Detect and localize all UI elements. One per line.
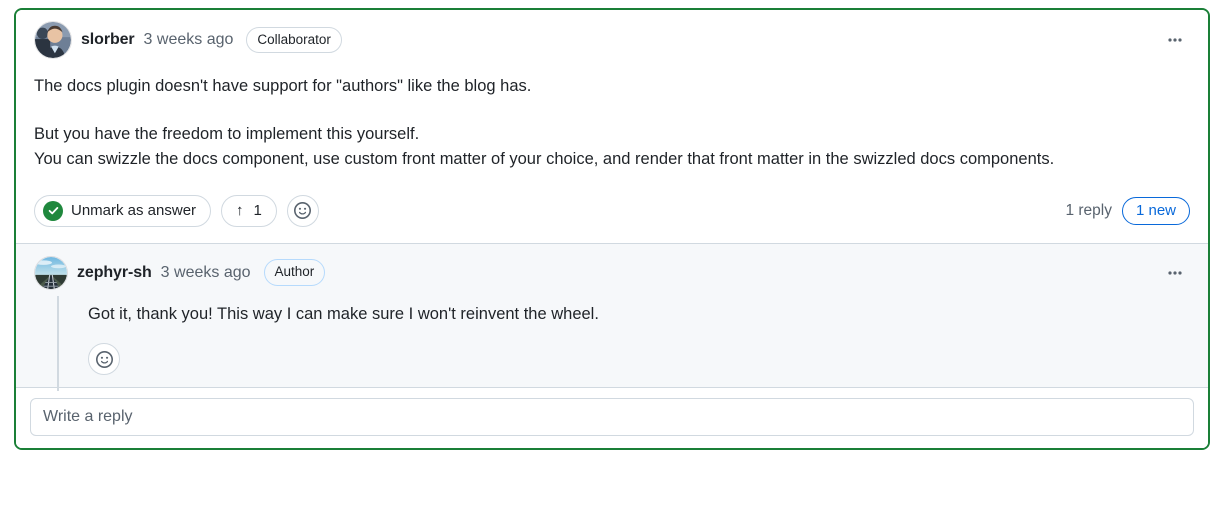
upvote-count: 1: [253, 202, 262, 220]
avatar[interactable]: [34, 255, 68, 290]
reply-body: Got it, thank you! This way I can make s…: [88, 302, 1190, 376]
answer-comment-text: The docs plugin doesn't have support for…: [34, 74, 1190, 173]
answer-comment: slorber 3 weeks ago Collaborator The doc…: [16, 10, 1208, 243]
answer-comment-header: slorber 3 weeks ago Collaborator: [34, 21, 1190, 59]
arrow-up-icon: ↑: [236, 202, 244, 220]
answer-author-name[interactable]: slorber: [81, 31, 135, 49]
answer-reply-summary: 1 reply 1 new: [1065, 196, 1190, 225]
discussion-thread: slorber 3 weeks ago Collaborator The doc…: [14, 8, 1210, 451]
status-badge-collaborator: Collaborator: [246, 26, 342, 54]
avatar[interactable]: [34, 21, 72, 59]
new-replies-badge[interactable]: 1 new: [1121, 196, 1190, 225]
answer-paragraph-2-line-1: But you have the freedom to implement th…: [34, 124, 420, 143]
answer-paragraph-2-line-2: You can swizzle the docs component, use …: [34, 150, 1055, 169]
reply-item: zephyr-sh 3 weeks ago Author Got it, tha…: [16, 244, 1208, 392]
reply-count-label: 1 reply: [1065, 201, 1112, 219]
unmark-as-answer-label: Unmark as answer: [71, 202, 197, 220]
answer-actions-row: Unmark as answer ↑ 1 1 reply 1 new: [34, 194, 1190, 233]
upvote-button[interactable]: ↑ 1: [221, 194, 277, 227]
answer-paragraph-2: But you have the freedom to implement th…: [34, 122, 1190, 173]
reply-form: [16, 387, 1208, 449]
thread-line: [57, 295, 59, 392]
reply-add-reaction-button[interactable]: [88, 343, 120, 376]
reply-text: Got it, thank you! This way I can make s…: [88, 304, 599, 323]
smiley-icon: [294, 202, 312, 220]
reply-timestamp: 3 weeks ago: [160, 263, 251, 281]
answer-timestamp: 3 weeks ago: [143, 31, 234, 48]
status-badge-author: Author: [263, 259, 326, 286]
write-a-reply-input[interactable]: [30, 398, 1194, 437]
check-circle-icon: [43, 200, 63, 221]
reply-menu-button[interactable]: [1160, 258, 1190, 288]
answered-comment-card: slorber 3 weeks ago Collaborator The doc…: [14, 8, 1210, 451]
answer-paragraph-1: The docs plugin doesn't have support for…: [34, 77, 532, 95]
answer-comment-menu-button[interactable]: [1160, 25, 1190, 55]
reply-header: zephyr-sh 3 weeks ago Author: [34, 255, 1190, 290]
reply-actions-row: [88, 343, 1190, 376]
unmark-as-answer-button[interactable]: Unmark as answer: [34, 194, 212, 227]
reply-author-name[interactable]: zephyr-sh: [77, 264, 152, 282]
add-reaction-button[interactable]: [286, 194, 319, 227]
replies-section: zephyr-sh 3 weeks ago Author Got it, tha…: [16, 242, 1208, 449]
smiley-icon: [95, 350, 113, 368]
